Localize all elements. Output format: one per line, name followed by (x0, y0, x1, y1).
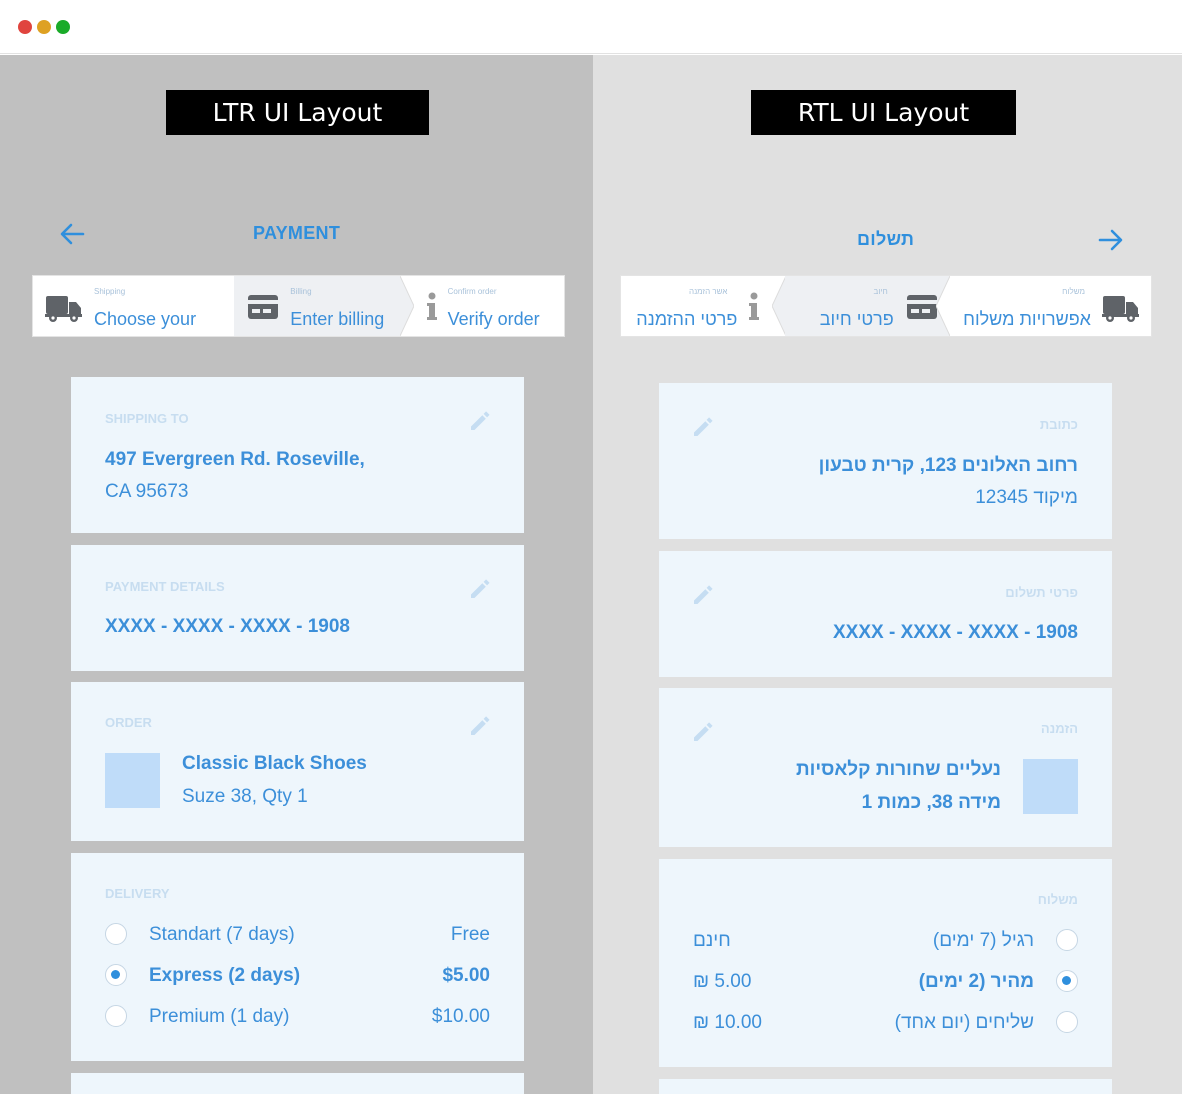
product-details-rtl: מידה 38, כמות 1 (861, 792, 1001, 813)
credit-card-icon (906, 293, 938, 321)
payment-card: PAYMENT DETAILS XXXX - XXXX - XXXX - 190… (71, 545, 524, 671)
maximize-window-button[interactable] (56, 20, 70, 34)
card-number: XXXX - XXXX - XXXX - 1908 (105, 616, 350, 637)
delivery-price-standard-rtl: חינם (693, 930, 731, 951)
delivery-option-express-rtl[interactable]: מהיר (2 ימים) (919, 971, 1034, 993)
shipping-label: SHIPPING TO (105, 411, 189, 426)
arrow-right-icon[interactable] (1098, 228, 1124, 252)
payment-label-rtl: פרטי תשלום (1005, 585, 1078, 600)
truck-icon (1102, 292, 1140, 324)
delivery-radio-premium[interactable] (105, 1005, 127, 1027)
shipping-address-line2: CA 95673 (105, 481, 189, 502)
checkout-stepper-rtl: אשר הזמנה פרטי ההזמנה חיוב פרטי חיוב משל… (620, 275, 1152, 337)
step-billing[interactable]: Billing Enter billing (234, 276, 415, 336)
step-divider (772, 276, 786, 336)
delivery-option-standard-rtl[interactable]: רגיל (7 ימים) (933, 930, 1034, 952)
ltr-layout-panel: LTR UI Layout PAYMENT Shipping Choose yo… (0, 55, 593, 1094)
delivery-card: DELIVERY Standart (7 days) Free Express … (71, 853, 524, 1061)
shipping-label-rtl: כתובת (1039, 417, 1078, 432)
delivery-option-premium-rtl[interactable]: שליחים (יום אחד) (895, 1012, 1034, 1034)
step-confirm-caption: Confirm order (447, 287, 497, 296)
shipping-address-line1-rtl: רחוב האלונים 123, קרית טבעון (818, 455, 1078, 476)
order-card: ORDER Classic Black Shoes Suze 38, Qty 1 (71, 682, 524, 841)
step-billing-caption-rtl: חיוב (873, 287, 888, 296)
product-thumbnail (1023, 759, 1078, 814)
delivery-label-rtl: משלוח (1037, 892, 1078, 907)
step-confirm[interactable]: Confirm order Verify order (400, 276, 564, 336)
shipping-address-line2-rtl: מיקוד 12345 (975, 487, 1078, 508)
delivery-price-express: $5.00 (442, 965, 490, 986)
truck-icon (45, 292, 83, 324)
step-shipping[interactable]: Shipping Choose your (33, 276, 249, 336)
edit-payment-pencil-icon[interactable] (691, 583, 715, 607)
delivery-option-express[interactable]: Express (2 days) (149, 965, 300, 987)
info-icon (426, 292, 438, 322)
delivery-price-premium-rtl: 10.00 ₪ (693, 1012, 762, 1033)
step-shipping-label-rtl: אפשרויות משלוח (963, 309, 1091, 329)
shipping-address-line1: 497 Evergreen Rd. Roseville, (105, 449, 365, 470)
step-shipping-rtl[interactable]: משלוח אפשרויות משלוח (950, 276, 1151, 336)
shipping-card-rtl: כתובת רחוב האלונים 123, קרית טבעון מיקוד… (659, 383, 1112, 539)
step-confirm-caption-rtl: אשר הזמנה (689, 287, 728, 296)
payment-label: PAYMENT DETAILS (105, 579, 225, 594)
page-title: PAYMENT (253, 223, 341, 243)
delivery-radio-premium-rtl[interactable] (1056, 1011, 1078, 1033)
delivery-radio-standard[interactable] (105, 923, 127, 945)
next-card-partial (71, 1073, 524, 1094)
step-shipping-caption-rtl: משלוח (1062, 287, 1085, 296)
checkout-stepper: Shipping Choose your Billing Enter billi… (32, 275, 565, 337)
delivery-price-express-rtl: 5.00 ₪ (693, 971, 752, 992)
app-window: LTR UI Layout PAYMENT Shipping Choose yo… (0, 0, 1182, 1094)
step-confirm-label: Verify order (447, 309, 540, 329)
delivery-option-standard[interactable]: Standart (7 days) (149, 924, 295, 946)
edit-shipping-pencil-icon[interactable] (691, 415, 715, 439)
title-bar (0, 0, 1182, 54)
payment-card-rtl: פרטי תשלום XXXX - XXXX - XXXX - 1908 (659, 551, 1112, 677)
delivery-label: DELIVERY (105, 886, 170, 901)
step-shipping-caption: Shipping (94, 287, 126, 296)
step-shipping-label: Choose your (94, 309, 197, 329)
card-number-rtl: XXXX - XXXX - XXXX - 1908 (833, 622, 1078, 643)
minimize-window-button[interactable] (37, 20, 51, 34)
credit-card-icon (247, 293, 279, 321)
product-name-rtl: נעליים שחורות קלאסיות (795, 759, 1001, 780)
rtl-layout-label: RTL UI Layout (751, 90, 1016, 135)
rtl-layout-panel: RTL UI Layout תשלום אשר הזמנה פרטי ההזמנ… (593, 55, 1182, 1094)
next-card-partial-rtl (659, 1079, 1112, 1094)
step-billing-label: Enter billing (290, 309, 385, 329)
step-billing-rtl[interactable]: חיוב פרטי חיוב (785, 276, 951, 336)
product-details: Suze 38, Qty 1 (182, 786, 308, 807)
arrow-left-icon[interactable] (59, 222, 85, 246)
edit-payment-pencil-icon[interactable] (468, 577, 492, 601)
step-billing-label-rtl: פרטי חיוב (819, 309, 894, 329)
info-icon (748, 292, 760, 322)
edit-order-pencil-icon[interactable] (691, 720, 715, 744)
delivery-card-rtl: משלוח רגיל (7 ימים) חינם מהיר (2 ימים) 5… (659, 859, 1112, 1067)
delivery-radio-express-rtl[interactable] (1056, 970, 1078, 992)
delivery-price-standard: Free (450, 924, 490, 945)
ltr-layout-label: LTR UI Layout (166, 90, 429, 135)
shipping-card: SHIPPING TO 497 Evergreen Rd. Roseville,… (71, 377, 524, 533)
edit-order-pencil-icon[interactable] (468, 714, 492, 738)
step-billing-caption: Billing (290, 287, 312, 296)
order-card-rtl: הזמנה נעליים שחורות קלאסיות מידה 38, כמו… (659, 688, 1112, 847)
step-confirm-label-rtl: פרטי ההזמנה (636, 309, 738, 329)
order-label-rtl: הזמנה (1040, 721, 1078, 736)
product-thumbnail (105, 753, 160, 808)
delivery-radio-standard-rtl[interactable] (1056, 929, 1078, 951)
step-divider (936, 276, 951, 336)
edit-shipping-pencil-icon[interactable] (468, 409, 492, 433)
product-name: Classic Black Shoes (182, 753, 367, 774)
delivery-option-premium[interactable]: Premium (1 day) (149, 1006, 289, 1028)
page-title-rtl: תשלום (857, 229, 915, 249)
order-label: ORDER (105, 715, 152, 730)
delivery-price-premium: $10.00 (431, 1006, 490, 1027)
close-window-button[interactable] (18, 20, 32, 34)
step-confirm-rtl[interactable]: אשר הזמנה פרטי ההזמנה (621, 276, 786, 336)
delivery-radio-express[interactable] (105, 964, 127, 986)
